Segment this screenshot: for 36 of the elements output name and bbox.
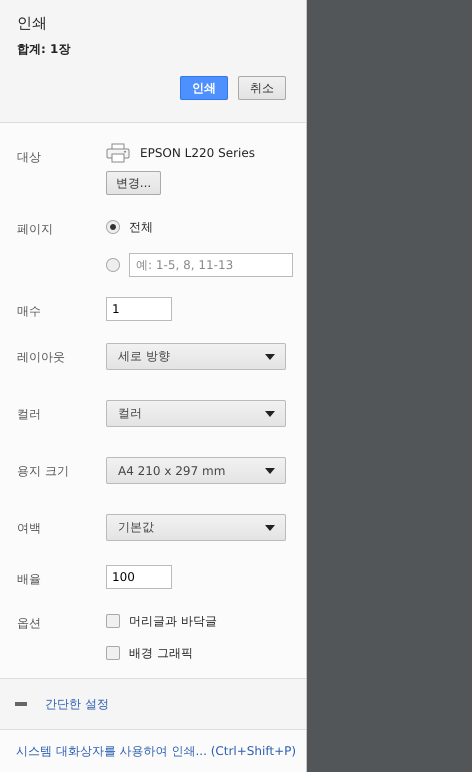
printer-icon [106, 143, 130, 163]
settings-toggle[interactable]: 간단한 설정 [15, 696, 109, 712]
collapse-icon [15, 702, 27, 706]
change-button[interactable]: 변경... [106, 171, 161, 195]
number-field[interactable]: 100 [106, 565, 172, 589]
dropdown[interactable]: 컬러 [106, 400, 286, 427]
page-total: 합계: 1장 [17, 41, 72, 58]
setting-label: 레이아웃 [17, 349, 66, 366]
setting-label: 용지 크기 [17, 463, 70, 480]
checkbox[interactable] [106, 614, 120, 628]
dialog-title: 인쇄 [17, 14, 48, 33]
checkbox-label: 배경 그래픽 [129, 644, 193, 662]
system-dialog-link[interactable]: 시스템 대화상자를 사용하여 인쇄... (Ctrl+Shift+P) [16, 742, 296, 760]
printer-name: EPSON L220 Series [140, 146, 255, 160]
checkbox-label: 머리글과 바닥글 [129, 612, 217, 630]
caret-icon [265, 468, 275, 474]
radio-button[interactable] [106, 220, 120, 234]
setting-label: 컬러 [17, 406, 42, 423]
dropdown[interactable]: 기본값 [106, 514, 286, 541]
setting-label: 매수 [17, 303, 42, 320]
checkbox[interactable] [106, 646, 120, 660]
setting-label: 대상 [17, 149, 42, 166]
caret-icon [265, 354, 275, 360]
setting-label: 옵션 [17, 615, 42, 632]
radio-button[interactable] [106, 258, 120, 272]
page-range-field[interactable]: 예: 1-5, 8, 11-13 [129, 253, 293, 277]
setting-label: 여백 [17, 520, 42, 537]
number-field[interactable]: 1 [106, 297, 172, 321]
caret-icon [265, 524, 275, 530]
dropdown[interactable]: 세로 방향 [106, 343, 286, 370]
radio-label: 전체 [129, 218, 153, 236]
cancel-button[interactable]: 취소 [238, 76, 286, 100]
dropdown[interactable]: A4 210 x 297 mm [106, 457, 286, 484]
setting-label: 배율 [17, 571, 42, 588]
setting-label: 페이지 [17, 221, 54, 238]
caret-icon [265, 410, 275, 416]
